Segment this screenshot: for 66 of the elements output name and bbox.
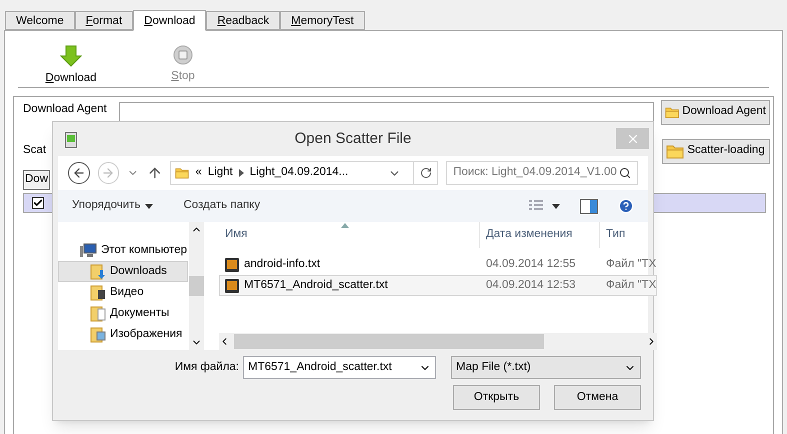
- pictures-folder-icon: [90, 326, 106, 342]
- nav-item[interactable]: Downloads: [58, 261, 188, 282]
- tab[interactable]: Welcome: [5, 11, 75, 30]
- file-type: Файл "TX: [605, 278, 656, 293]
- file-row[interactable]: android-info.txt 04.09.2014 12:55 Файл "TX: [219, 254, 658, 275]
- filename-field[interactable]: MT6571_Android_scatter.txt: [243, 356, 436, 379]
- computer-icon: [79, 242, 97, 258]
- column-header[interactable]: Тип: [599, 222, 658, 248]
- checkbox[interactable]: [32, 197, 44, 209]
- tab[interactable]: Format: [74, 11, 134, 30]
- back-button[interactable]: [68, 162, 90, 184]
- breadcrumb-separator-icon: [238, 169, 244, 177]
- folder-icon: [666, 144, 684, 158]
- tab[interactable]: MemoryTest: [280, 11, 365, 30]
- down-arrow-icon: [60, 45, 82, 67]
- file-name: MT6571_Android_scatter.txt: [244, 278, 388, 293]
- address-bar[interactable]: « Light Light_04.09.2014...: [170, 161, 438, 185]
- filename-label: Имя файла:: [174, 360, 239, 375]
- scatter-loading-button[interactable]: Scatter-loading: [662, 138, 770, 164]
- field-label: Download Agent: [23, 102, 108, 117]
- search-icon: [619, 167, 631, 179]
- help-icon[interactable]: [618, 198, 634, 214]
- view-list-icon[interactable]: [528, 200, 544, 212]
- file-type-dropdown[interactable]: Map File (*.txt): [451, 356, 641, 379]
- organize-menu[interactable]: Упорядочить: [72, 197, 140, 215]
- breadcrumb-item[interactable]: Light_04.09.2014...: [250, 164, 348, 182]
- video-folder-icon: [90, 284, 106, 300]
- dialog-button[interactable]: Открыть: [453, 385, 540, 410]
- preview-pane-icon[interactable]: [580, 198, 598, 214]
- column-header[interactable]: Дата изменения: [479, 222, 599, 248]
- stop-icon: [173, 45, 193, 65]
- file-date: 04.09.2014 12:55: [485, 256, 577, 272]
- caret-icon[interactable]: [552, 204, 560, 208]
- scrollbar[interactable]: [189, 222, 204, 350]
- breadcrumb-item[interactable]: Light: [208, 164, 233, 182]
- caret-icon[interactable]: [145, 204, 154, 208]
- check-icon: [33, 198, 43, 208]
- text-file-icon: [224, 278, 240, 294]
- app-icon: [65, 132, 77, 148]
- download-agent-button[interactable]: Download Agent: [661, 100, 770, 124]
- nav-item[interactable]: Этот компьютер: [58, 240, 188, 261]
- search-field[interactable]: Поиск: Light_04.09.2014_V1.00: [446, 161, 638, 185]
- file-name: android-info.txt: [244, 256, 320, 272]
- agent-path-field[interactable]: [119, 102, 654, 122]
- file-type: Файл "TX: [605, 256, 656, 272]
- documents-folder-icon: [90, 306, 106, 322]
- dialog-title: Open Scatter File: [294, 128, 412, 149]
- nav-item[interactable]: Документы: [58, 303, 188, 324]
- toolbar-button[interactable]: Download: [46, 45, 96, 88]
- tab[interactable]: Readback: [206, 11, 280, 30]
- refresh-icon[interactable]: [420, 167, 432, 179]
- scrollbar-thumb[interactable]: [189, 276, 204, 296]
- horizontal-scrollbar[interactable]: [219, 333, 658, 350]
- tab[interactable]: Download: [133, 10, 206, 31]
- text-file-icon: [224, 256, 240, 272]
- scrollbar-thumb[interactable]: [234, 334, 544, 349]
- file-row[interactable]: MT6571_Android_scatter.txt 04.09.2014 12:53 Файл "TX: [219, 275, 658, 296]
- field-label: Scat: [23, 144, 46, 156]
- nav-item[interactable]: Видео: [58, 282, 188, 303]
- download-folder-icon: [90, 264, 106, 280]
- new-folder-button[interactable]: Создать папку: [183, 197, 260, 215]
- partial-button[interactable]: Dow: [23, 170, 50, 190]
- dialog-button[interactable]: Отмена: [554, 385, 641, 410]
- nav-item[interactable]: Изображения: [58, 324, 188, 345]
- file-date: 04.09.2014 12:53: [485, 278, 577, 293]
- column-header[interactable]: Имя: [219, 222, 479, 248]
